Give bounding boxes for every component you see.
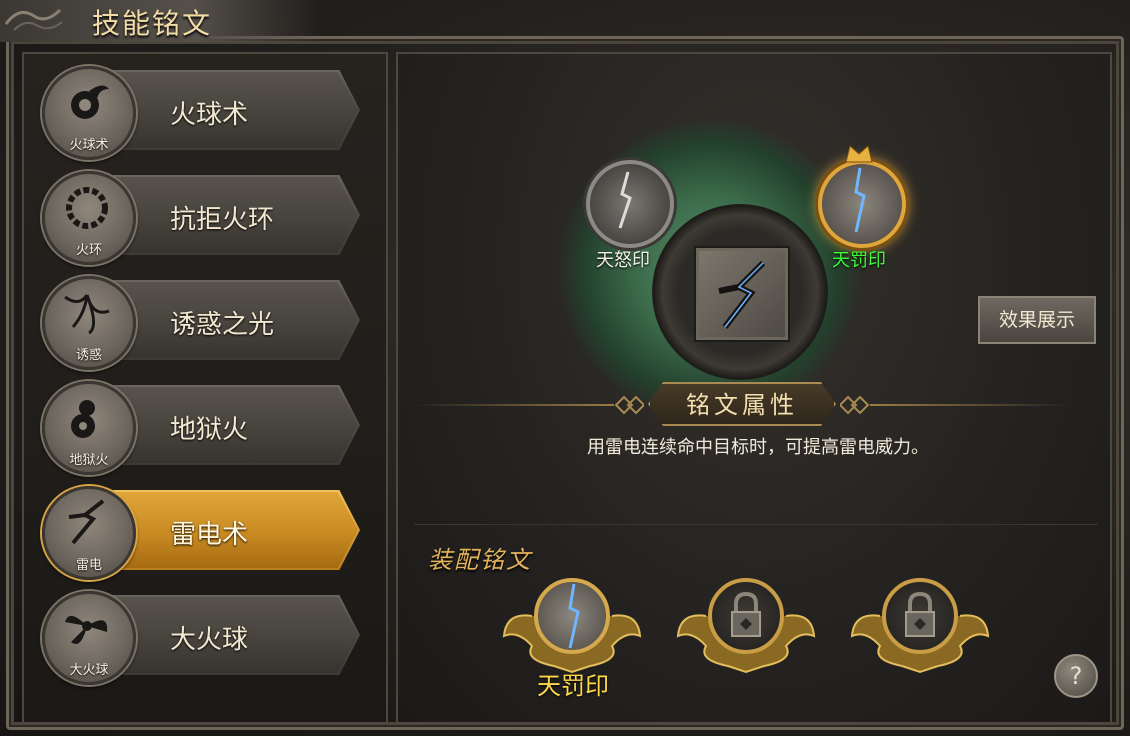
- attr-description: 用雷电连续命中目标时，可提高雷电威力。: [587, 437, 929, 458]
- rune-label-tiannu: 天怒印: [596, 250, 650, 271]
- rune-tiannu[interactable]: [586, 160, 674, 248]
- skill-item-lightning[interactable]: 雷电术 雷电: [36, 474, 382, 580]
- skill-name: 地狱火: [170, 415, 249, 445]
- skill-name: 大火球: [170, 625, 249, 655]
- skill-icon-label: 地狱火: [69, 453, 109, 468]
- blue-lightning-rune-icon: [568, 583, 580, 649]
- skill-icon-label: 大火球: [69, 663, 109, 678]
- skill-item-lure-light[interactable]: 诱惑之光 诱惑: [36, 264, 382, 370]
- skill-item-fire-ring[interactable]: 抗拒火环 火环: [36, 159, 382, 265]
- fire-ring-icon: 火环: [42, 171, 136, 265]
- skill-item-big-fireball[interactable]: 大火球 大火球: [36, 579, 382, 685]
- equip-slot-3[interactable]: [850, 576, 990, 676]
- skill-name: 诱惑之光: [170, 310, 275, 340]
- title-bar: 技能铭文: [0, 0, 320, 42]
- attr-title: 铭文属性: [686, 391, 798, 419]
- lightning-icon: 雷电: [42, 486, 136, 580]
- locked-slot: [708, 578, 784, 654]
- section-divider: [414, 524, 1098, 525]
- fireball-icon: 火球术: [42, 66, 136, 160]
- attr-divider-left: [414, 404, 614, 406]
- skill-icon-label: 火球术: [69, 138, 109, 153]
- equipped-rune: [534, 578, 610, 654]
- lock-icon: [905, 591, 935, 637]
- dragon-ornament-icon: [4, 8, 63, 31]
- big-fireball-icon: 大火球: [42, 591, 136, 685]
- equip-slot-1[interactable]: [502, 576, 642, 676]
- skill-name: 火球术: [170, 100, 249, 130]
- hellfire-icon: 地狱火: [42, 381, 136, 475]
- lightning-rune-icon: [618, 171, 632, 229]
- center-skill-slot: [696, 248, 788, 340]
- skill-icon-label: 雷电: [75, 558, 102, 573]
- skill-name: 抗拒火环: [170, 205, 275, 235]
- rune-label-tianfa: 天罚印: [832, 250, 886, 271]
- skill-icon-label: 火环: [75, 243, 102, 258]
- lock-icon: [731, 591, 761, 637]
- game-window: 技能铭文 火球术 火球术 抗拒火环 火环 诱惑之光 诱惑 地狱火 地狱火 雷电术…: [0, 0, 1130, 736]
- attr-divider-right: [870, 404, 1070, 406]
- skill-item-fireball[interactable]: 火球术 火球术: [36, 54, 382, 160]
- blue-lightning-rune-icon: [854, 167, 866, 233]
- effect-preview-button[interactable]: 效果展示: [978, 296, 1096, 344]
- lightning-skill-icon: [718, 260, 766, 329]
- lure-light-icon: 诱惑: [42, 276, 136, 370]
- skill-list[interactable]: 火球术 火球术 抗拒火环 火环 诱惑之光 诱惑 地狱火 地狱火 雷电术 雷电 大…: [22, 52, 388, 724]
- diamond-ornament-icon: [840, 395, 870, 415]
- rune-tianfa[interactable]: [818, 160, 906, 248]
- equip-title: 装配铭文: [428, 546, 532, 574]
- equipped-rune-label: 天罚印: [537, 672, 609, 700]
- window-title: 技能铭文: [92, 7, 213, 40]
- diamond-ornament-icon: [614, 395, 644, 415]
- skill-name: 雷电术: [170, 520, 249, 550]
- locked-slot: [882, 578, 958, 654]
- skill-icon-label: 诱惑: [75, 348, 102, 363]
- help-button[interactable]: ?: [1054, 654, 1098, 698]
- selected-crown-icon: [845, 145, 873, 163]
- skill-item-hellfire[interactable]: 地狱火 地狱火: [36, 369, 382, 475]
- equip-slot-2[interactable]: [676, 576, 816, 676]
